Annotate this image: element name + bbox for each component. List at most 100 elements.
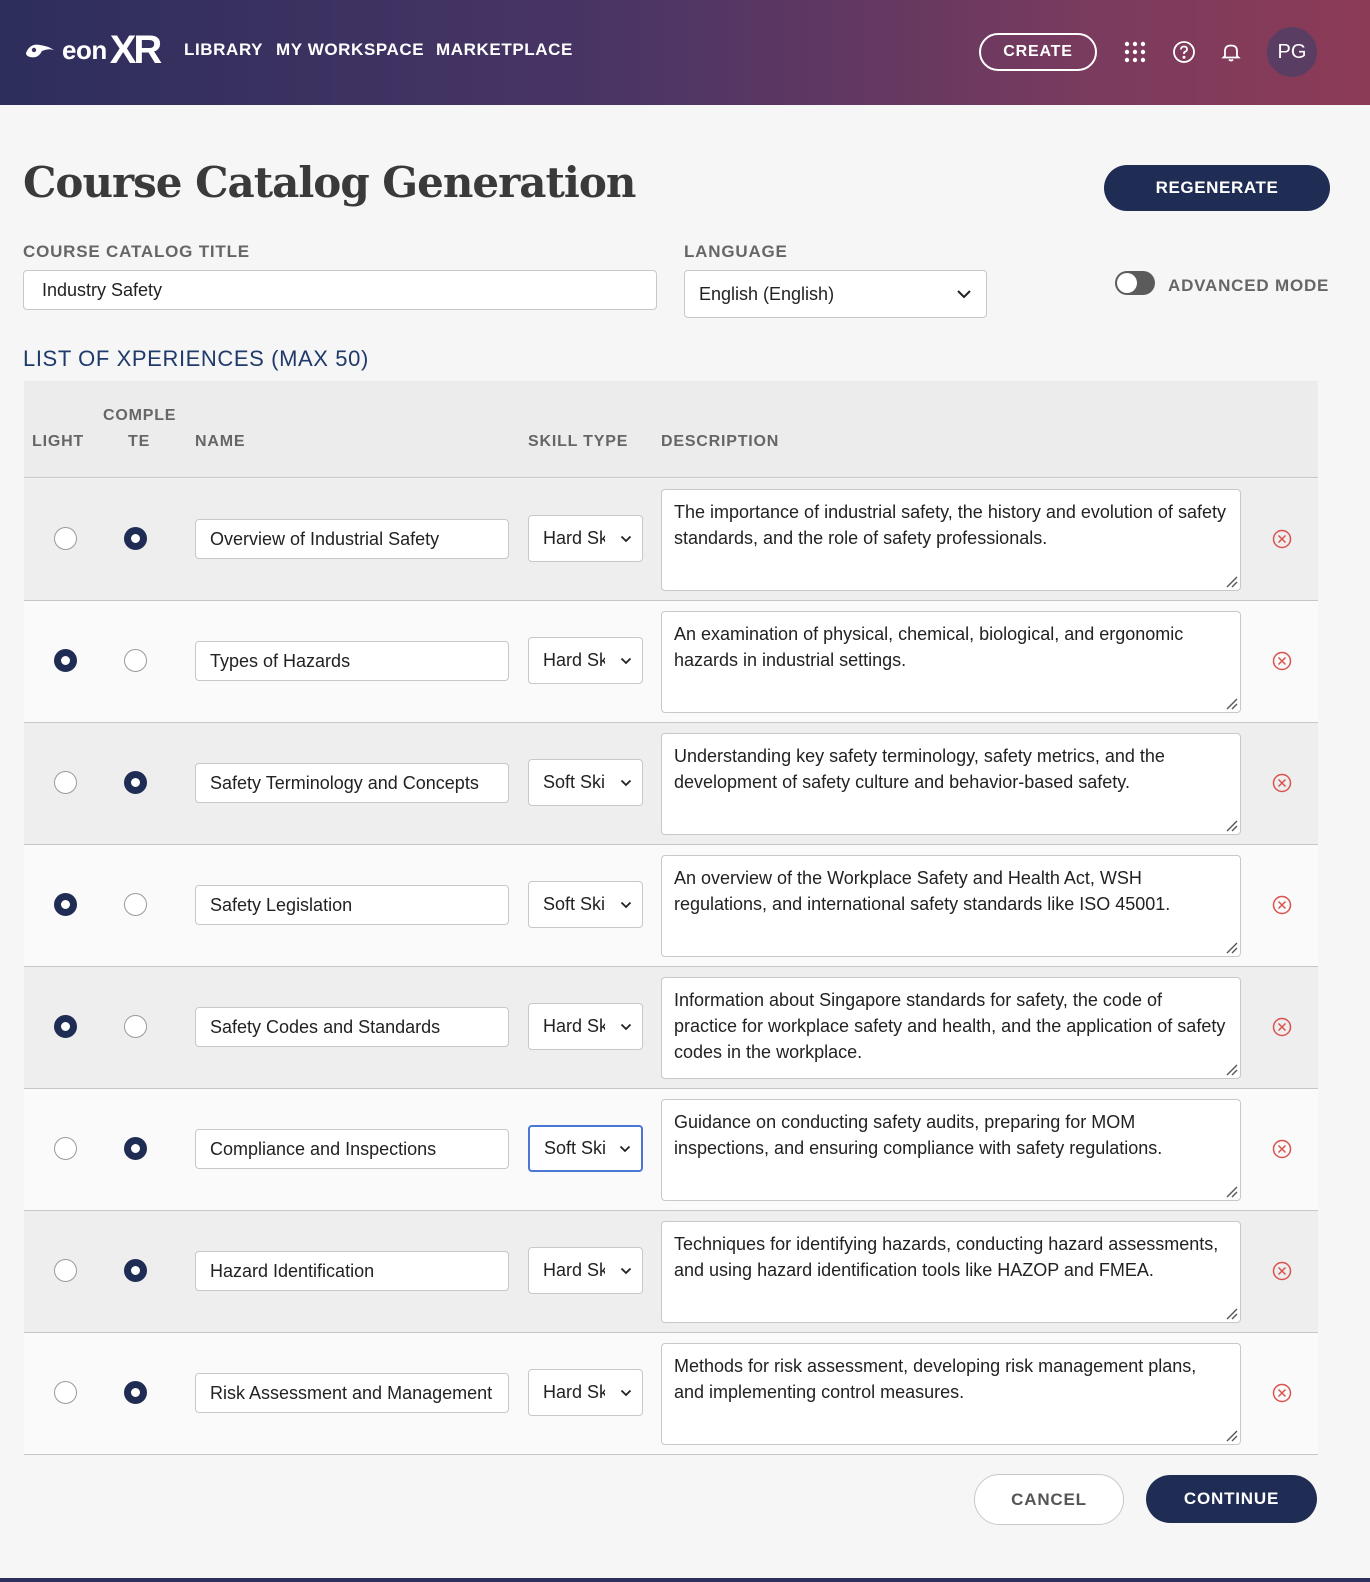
skill-type-value: Hard Skill bbox=[543, 650, 605, 670]
regenerate-button[interactable]: REGENERATE bbox=[1104, 165, 1330, 211]
complete-radio[interactable] bbox=[124, 1381, 147, 1404]
skill-type-select[interactable]: Hard Skill bbox=[528, 1003, 643, 1050]
skill-type-value: Soft Skill bbox=[544, 1138, 606, 1158]
resize-handle-icon[interactable] bbox=[1224, 1184, 1238, 1198]
description-text: An overview of the Workplace Safety and … bbox=[674, 868, 1171, 914]
nav-library[interactable]: LIBRARY bbox=[184, 40, 263, 60]
description-textarea[interactable]: Techniques for identifying hazards, cond… bbox=[661, 1221, 1241, 1323]
remove-row-icon[interactable] bbox=[1271, 1016, 1293, 1038]
skill-type-value: Soft Skill bbox=[543, 772, 605, 792]
advanced-mode-toggle[interactable] bbox=[1115, 271, 1155, 295]
description-textarea[interactable]: Information about Singapore standards fo… bbox=[661, 977, 1241, 1079]
advanced-mode-label: ADVANCED MODE bbox=[1168, 276, 1330, 295]
resize-handle-icon[interactable] bbox=[1224, 818, 1238, 832]
description-textarea[interactable]: The importance of industrial safety, the… bbox=[661, 489, 1241, 591]
skill-type-select[interactable]: Soft Skill bbox=[528, 759, 643, 806]
resize-handle-icon[interactable] bbox=[1224, 696, 1238, 710]
apps-grid-icon[interactable] bbox=[1121, 38, 1149, 66]
light-radio[interactable] bbox=[54, 649, 77, 672]
course-catalog-title-input[interactable]: Industry Safety bbox=[23, 270, 657, 310]
eon-xr-logo[interactable]: eon XR bbox=[24, 27, 163, 72]
skill-type-value: Hard Skill bbox=[543, 1016, 605, 1036]
skill-type-value: Soft Skill bbox=[543, 894, 605, 914]
continue-button[interactable]: CONTINUE bbox=[1146, 1475, 1317, 1523]
description-textarea[interactable]: Methods for risk assessment, developing … bbox=[661, 1343, 1241, 1445]
chevron-down-icon bbox=[620, 1389, 632, 1396]
light-radio[interactable] bbox=[54, 893, 77, 916]
xperience-name-input[interactable]: Compliance and Inspections bbox=[195, 1129, 509, 1169]
description-text: Guidance on conducting safety audits, pr… bbox=[674, 1112, 1163, 1158]
remove-row-icon[interactable] bbox=[1271, 1382, 1293, 1404]
table-row: Overview of Industrial Safety Hard Skill T… bbox=[24, 479, 1318, 601]
chevron-down-icon bbox=[620, 779, 632, 786]
nav-my-workspace[interactable]: MY WORKSPACE bbox=[276, 40, 424, 60]
help-icon[interactable] bbox=[1170, 38, 1198, 66]
language-select[interactable]: English (English) bbox=[684, 270, 987, 318]
bottom-border bbox=[0, 1578, 1370, 1582]
description-textarea[interactable]: An overview of the Workplace Safety and … bbox=[661, 855, 1241, 957]
nav-marketplace[interactable]: MARKETPLACE bbox=[436, 40, 573, 60]
description-textarea[interactable]: Understanding key safety terminology, sa… bbox=[661, 733, 1241, 835]
description-textarea[interactable]: Guidance on conducting safety audits, pr… bbox=[661, 1099, 1241, 1201]
logo-xr-text: XR bbox=[109, 27, 163, 72]
light-radio[interactable] bbox=[54, 1381, 77, 1404]
complete-radio[interactable] bbox=[124, 1137, 147, 1160]
resize-handle-icon[interactable] bbox=[1224, 574, 1238, 588]
table-header: LIGHT COMPLE TE NAME SKILL TYPE DESCRIPT… bbox=[24, 381, 1318, 478]
complete-radio[interactable] bbox=[124, 1259, 147, 1282]
xperience-name-input[interactable]: Safety Terminology and Concepts bbox=[195, 763, 509, 803]
remove-row-icon[interactable] bbox=[1271, 772, 1293, 794]
top-navigation-bar: eon XR LIBRARY MY WORKSPACE MARKETPLACE … bbox=[0, 0, 1370, 105]
remove-row-icon[interactable] bbox=[1271, 894, 1293, 916]
skill-type-select[interactable]: Hard Skill bbox=[528, 1247, 643, 1294]
resize-handle-icon[interactable] bbox=[1224, 1428, 1238, 1442]
skill-type-select[interactable]: Hard Skill bbox=[528, 637, 643, 684]
column-header-skill-type: SKILL TYPE bbox=[528, 433, 629, 450]
column-header-light: LIGHT bbox=[32, 433, 84, 450]
description-textarea[interactable]: An examination of physical, chemical, bi… bbox=[661, 611, 1241, 713]
light-radio[interactable] bbox=[54, 527, 77, 550]
skill-type-select[interactable]: Hard Skill bbox=[528, 515, 643, 562]
cancel-button[interactable]: CANCEL bbox=[974, 1474, 1124, 1525]
table-row: Types of Hazards Hard Skill An examination… bbox=[24, 601, 1318, 723]
skill-type-select[interactable]: Soft Skill bbox=[528, 1125, 643, 1172]
skill-type-select[interactable]: Soft Skill bbox=[528, 881, 643, 928]
xperience-name-input[interactable]: Risk Assessment and Management bbox=[195, 1373, 509, 1413]
light-radio[interactable] bbox=[54, 1137, 77, 1160]
complete-radio[interactable] bbox=[124, 771, 147, 794]
table-row: Compliance and Inspections Soft Skill Guid… bbox=[24, 1089, 1318, 1211]
resize-handle-icon[interactable] bbox=[1224, 1062, 1238, 1076]
chevron-down-icon bbox=[620, 901, 632, 908]
remove-row-icon[interactable] bbox=[1271, 528, 1293, 550]
table-row: Safety Legislation Soft Skill An overview … bbox=[24, 845, 1318, 967]
create-button[interactable]: CREATE bbox=[979, 33, 1097, 71]
xperience-name-input[interactable]: Types of Hazards bbox=[195, 641, 509, 681]
description-text: An examination of physical, chemical, bi… bbox=[674, 624, 1184, 670]
chevron-down-icon bbox=[620, 1267, 632, 1274]
xperience-name-input[interactable]: Safety Codes and Standards bbox=[195, 1007, 509, 1047]
table-row: Safety Codes and Standards Hard Skill Info… bbox=[24, 967, 1318, 1089]
xperience-name-input[interactable]: Safety Legislation bbox=[195, 885, 509, 925]
light-radio[interactable] bbox=[54, 771, 77, 794]
xperience-name-input[interactable]: Hazard Identification bbox=[195, 1251, 509, 1291]
remove-row-icon[interactable] bbox=[1271, 650, 1293, 672]
resize-handle-icon[interactable] bbox=[1224, 1306, 1238, 1320]
skill-type-value: Hard Skill bbox=[543, 1382, 605, 1402]
course-catalog-title-label: COURSE CATALOG TITLE bbox=[23, 242, 250, 261]
language-label: LANGUAGE bbox=[684, 242, 788, 261]
light-radio[interactable] bbox=[54, 1015, 77, 1038]
column-header-description: DESCRIPTION bbox=[661, 433, 780, 450]
complete-radio[interactable] bbox=[124, 1015, 147, 1038]
resize-handle-icon[interactable] bbox=[1224, 940, 1238, 954]
complete-radio[interactable] bbox=[124, 527, 147, 550]
complete-radio[interactable] bbox=[124, 893, 147, 916]
complete-radio[interactable] bbox=[124, 649, 147, 672]
remove-row-icon[interactable] bbox=[1271, 1260, 1293, 1282]
table-row: Safety Terminology and Concepts Soft Skil… bbox=[24, 723, 1318, 845]
xperience-name-input[interactable]: Overview of Industrial Safety bbox=[195, 519, 509, 559]
user-avatar[interactable]: PG bbox=[1267, 27, 1317, 77]
skill-type-select[interactable]: Hard Skill bbox=[528, 1369, 643, 1416]
light-radio[interactable] bbox=[54, 1259, 77, 1282]
notification-bell-icon[interactable] bbox=[1217, 38, 1245, 66]
remove-row-icon[interactable] bbox=[1271, 1138, 1293, 1160]
